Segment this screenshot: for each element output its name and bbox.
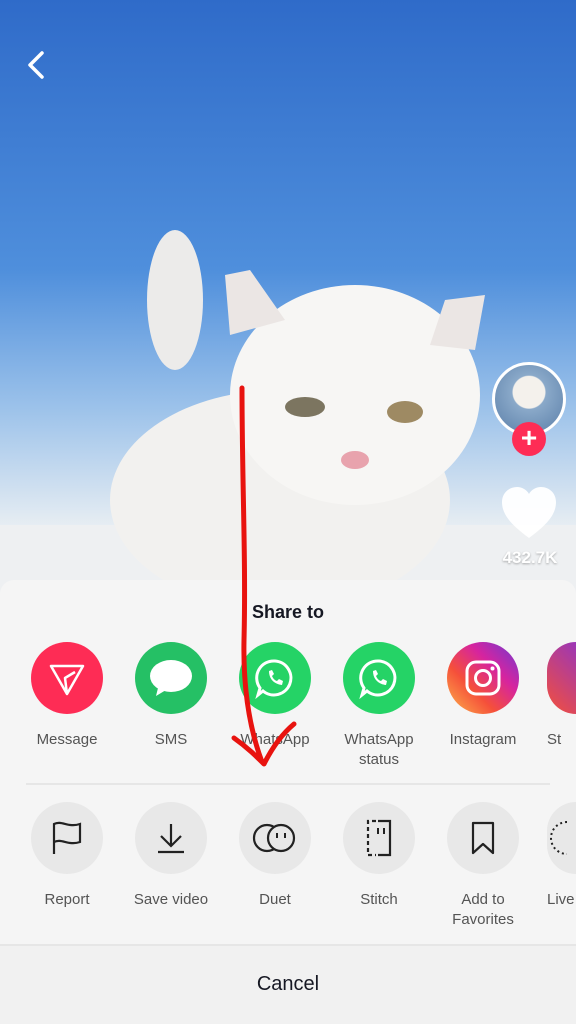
divider [26,783,550,785]
action-live-photo[interactable]: Live [547,802,576,930]
flag-icon [31,802,103,874]
chat-bubble-icon [135,642,207,714]
cancel-button[interactable]: Cancel [0,944,576,1024]
instagram-icon [447,642,519,714]
download-icon [135,802,207,874]
share-stories[interactable]: St [547,642,576,770]
stitch-icon [343,802,415,874]
action-stitch[interactable]: Stitch [327,802,431,930]
duet-icon [239,802,311,874]
share-whatsapp[interactable]: WhatsApp [223,642,327,770]
share-whatsapp-status[interactable]: WhatsApp status [327,642,431,770]
share-message[interactable]: Message [15,642,119,770]
share-apps-row[interactable]: Message SMS WhatsApp WhatsApp status Ins… [0,642,576,770]
whatsapp-icon [239,642,311,714]
heart-icon[interactable] [500,486,558,540]
action-duet[interactable]: Duet [223,802,327,930]
cat-image [0,230,576,600]
whatsapp-icon [343,642,415,714]
like-count: 432.7K [502,548,558,567]
share-actions-row[interactable]: Report Save video Duet Stitch Add to Fav… [0,802,576,930]
follow-plus-icon[interactable]: + [512,422,546,456]
stories-icon [547,642,576,714]
action-report[interactable]: Report [15,802,119,930]
bookmark-icon [447,802,519,874]
share-sheet: Share to Message SMS WhatsApp WhatsApp s… [0,580,576,1024]
action-save-video[interactable]: Save video [119,802,223,930]
live-photo-icon [547,802,576,874]
send-icon [31,642,103,714]
back-arrow-icon[interactable] [22,48,52,82]
share-title: Share to [251,602,325,622]
share-sms[interactable]: SMS [119,642,223,770]
video-player[interactable]: + 432.7K [0,0,576,600]
action-add-to-favorites[interactable]: Add to Favorites [431,802,535,930]
share-instagram[interactable]: Instagram [431,642,535,770]
